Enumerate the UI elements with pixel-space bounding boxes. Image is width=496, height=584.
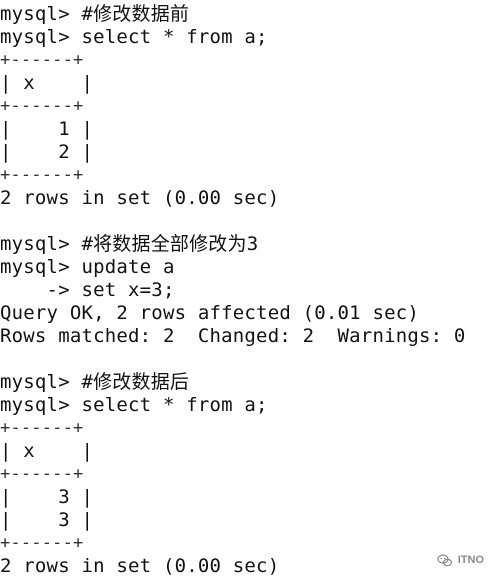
table-row-line: | 1 | [0,118,94,140]
terminal-line: mysql> select * from a; [0,26,268,48]
terminal-line: Query OK, 2 rows affected (0.01 sec) [0,302,420,324]
table-border-line: +------+ [0,50,84,70]
table-header-line: | x | [0,72,94,94]
wechat-watermark: ITNO [437,549,484,572]
terminal-line: mysql> #修改数据后 [0,371,190,393]
table-border-line: +------+ [0,464,84,484]
wechat-icon [437,553,452,566]
terminal-output: mysql> #修改数据前 mysql> select * from a; +-… [0,0,496,584]
terminal-line: 2 rows in set (0.00 sec) [0,555,280,577]
table-border-line: +------+ [0,533,84,553]
table-header-line: | x | [0,440,94,462]
terminal-line: 2 rows in set (0.00 sec) [0,187,280,209]
terminal-line: -> set x=3; [0,279,175,301]
terminal-line: Rows matched: 2 Changed: 2 Warnings: 0 [0,325,466,347]
terminal-line: mysql> update a [0,256,175,278]
terminal-line: mysql> #将数据全部修改为3 [0,233,259,255]
table-border-line: +------+ [0,96,84,116]
table-row-line: | 3 | [0,509,94,531]
terminal-line: mysql> #修改数据前 [0,3,190,25]
terminal-line: mysql> select * from a; [0,394,268,416]
table-row-line: | 3 | [0,486,94,508]
table-border-line: +------+ [0,418,84,438]
table-row-line: | 2 | [0,141,94,163]
watermark-text: ITNO [457,554,484,566]
table-border-line: +------+ [0,165,84,185]
